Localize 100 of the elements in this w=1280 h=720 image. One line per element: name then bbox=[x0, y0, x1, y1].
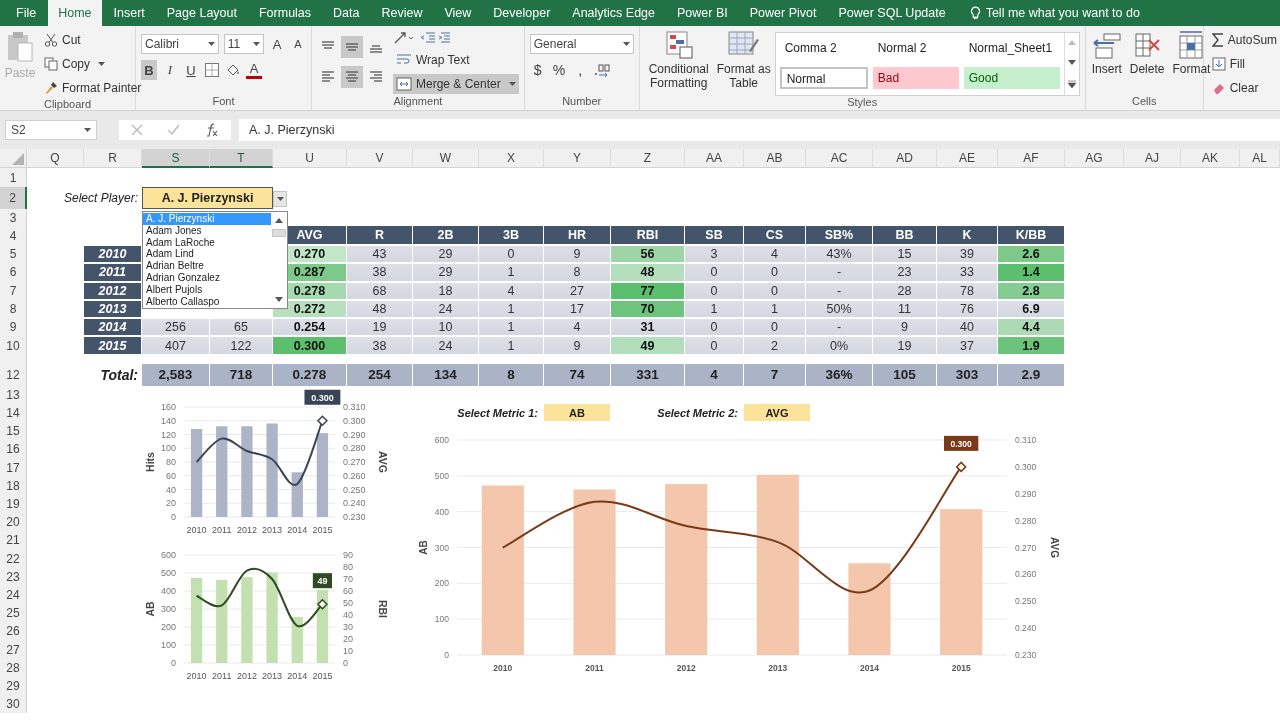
number-format-field[interactable]: General bbox=[529, 34, 634, 54]
column-header[interactable]: AG bbox=[1065, 149, 1124, 168]
formula-field[interactable]: A. J. Pierzynski bbox=[239, 119, 1280, 141]
row-header[interactable]: 20 bbox=[0, 513, 27, 532]
format-as-table-button[interactable]: Format as Table bbox=[718, 30, 769, 96]
number-format-button[interactable]: % bbox=[550, 60, 568, 80]
axis-tick-label: 2012 bbox=[676, 663, 696, 674]
column-header[interactable]: AL bbox=[1240, 149, 1280, 168]
metric-dropdown-cell[interactable]: AVG bbox=[744, 403, 810, 422]
ribbon-tab[interactable]: Power SQL Update bbox=[828, 0, 956, 26]
italic-button[interactable]: I bbox=[162, 60, 178, 80]
grow-font-button[interactable]: A bbox=[269, 34, 285, 54]
tell-me-field[interactable]: Tell me what you want to do bbox=[985, 6, 1140, 20]
table-cell: 29 bbox=[413, 264, 478, 281]
row-header[interactable]: 3 bbox=[0, 209, 27, 226]
cell-style-option[interactable]: Good bbox=[963, 67, 1060, 89]
column-header[interactable]: U bbox=[273, 149, 347, 168]
ribbon-tab[interactable]: File bbox=[6, 0, 47, 26]
dropdown-option[interactable]: Adrian Beltre bbox=[143, 260, 271, 272]
number-format-button[interactable]: $ bbox=[529, 60, 546, 80]
table-cell: 28 bbox=[873, 282, 936, 299]
axis-title: Hits bbox=[144, 451, 156, 472]
cell-style-option[interactable]: Comma 2 bbox=[779, 37, 868, 59]
column-header[interactable]: V bbox=[347, 149, 413, 168]
delete-button[interactable]: Delete bbox=[1128, 30, 1166, 95]
axis-tick-label: 120 bbox=[160, 429, 176, 440]
dropdown-option[interactable]: Albert Pujols bbox=[143, 283, 271, 296]
dropdown-option[interactable]: Alberto Callaspo bbox=[143, 295, 271, 308]
row-header[interactable]: 22 bbox=[0, 549, 27, 568]
dropdown-option[interactable]: Adam LaRoche bbox=[143, 236, 271, 249]
ribbon-tab[interactable]: View bbox=[434, 0, 482, 26]
font-name-field[interactable]: Calibri bbox=[141, 34, 219, 54]
number-format-button[interactable]: , bbox=[572, 60, 589, 80]
ribbon-tab[interactable]: Insert bbox=[103, 0, 155, 26]
insert-button[interactable]: Insert bbox=[1090, 30, 1123, 95]
dropdown-option[interactable]: Adrian Gonzalez bbox=[143, 272, 271, 284]
font-size-field[interactable]: 11 bbox=[223, 34, 264, 54]
row-header[interactable]: 15 bbox=[0, 422, 27, 441]
ribbon-tab[interactable]: Developer bbox=[483, 0, 561, 26]
column-header[interactable]: R bbox=[84, 149, 142, 168]
axis-title: AB bbox=[418, 540, 429, 555]
row-header[interactable]: 9 bbox=[0, 318, 27, 337]
table-cell: 19 bbox=[347, 319, 412, 336]
year-label: 2013 bbox=[84, 300, 141, 318]
row-header[interactable]: 21 bbox=[0, 531, 27, 550]
column-header[interactable]: T bbox=[210, 149, 273, 168]
row-header[interactable]: 25 bbox=[0, 604, 27, 623]
row-header[interactable]: 2 bbox=[0, 187, 27, 209]
shrink-font-button[interactable]: A bbox=[290, 34, 306, 54]
conditional-formatting-button[interactable]: Conditional Formatting bbox=[644, 30, 713, 96]
row-header[interactable]: 27 bbox=[0, 640, 27, 659]
row-header[interactable]: 12 bbox=[0, 363, 27, 386]
merge-center-button[interactable]: Merge & Center bbox=[393, 74, 519, 94]
ribbon-tab[interactable]: Power BI bbox=[667, 0, 738, 26]
font-color-button[interactable]: A bbox=[246, 61, 262, 79]
dropdown-option[interactable]: Adam Jones bbox=[143, 224, 271, 237]
cell-style-option[interactable]: Normal bbox=[779, 67, 868, 89]
cell-style-option[interactable]: Normal 2 bbox=[872, 37, 959, 59]
ribbon-tab[interactable]: Page Layout bbox=[156, 0, 247, 26]
column-header[interactable]: Y bbox=[544, 149, 611, 168]
ribbon-tab[interactable]: Review bbox=[371, 0, 433, 26]
column-header[interactable]: AF bbox=[998, 149, 1065, 168]
axis-tick-label: 0 bbox=[343, 658, 348, 669]
bold-button[interactable]: B bbox=[141, 60, 157, 80]
name-box[interactable]: S2 bbox=[5, 120, 97, 140]
column-header[interactable]: AC bbox=[806, 149, 873, 168]
ribbon-tab[interactable]: Formulas bbox=[248, 0, 322, 26]
column-header[interactable]: AK bbox=[1181, 149, 1240, 168]
table-cell: 8 bbox=[544, 264, 610, 281]
row-header[interactable]: 10 bbox=[0, 336, 27, 355]
column-header[interactable]: AD bbox=[873, 149, 937, 168]
row-header[interactable]: 5 bbox=[0, 245, 27, 264]
row-header[interactable]: 6 bbox=[0, 263, 27, 282]
ribbon-tab[interactable]: Analytics Edge bbox=[562, 0, 665, 26]
underline-button[interactable]: U bbox=[183, 60, 199, 80]
wrap-text-button[interactable]: Wrap Text bbox=[393, 50, 519, 70]
cell-style-option[interactable]: Normal_Sheet1 bbox=[963, 37, 1060, 59]
column-header[interactable]: AA bbox=[685, 149, 744, 168]
column-header[interactable]: AJ bbox=[1124, 149, 1181, 168]
cell-style-option[interactable]: Bad bbox=[872, 67, 959, 89]
row-header[interactable]: 16 bbox=[0, 440, 27, 459]
ribbon-tab[interactable]: Data bbox=[323, 0, 370, 26]
table-cell: 0 bbox=[685, 337, 743, 354]
row-header[interactable]: 1 bbox=[0, 168, 27, 187]
column-header[interactable]: AE bbox=[937, 149, 998, 168]
column-header[interactable]: AB bbox=[744, 149, 806, 168]
player-dropdown-cell[interactable]: A. J. Pierzynski bbox=[142, 187, 273, 209]
ribbon-tab[interactable]: Power Pivot bbox=[739, 0, 827, 26]
format-painter-button[interactable]: Format Painter bbox=[41, 78, 145, 98]
paste-label: Paste bbox=[4, 66, 36, 80]
column-header[interactable]: X bbox=[479, 149, 544, 168]
ribbon-tab[interactable]: Home bbox=[48, 0, 102, 26]
dropdown-option[interactable]: Adam Lind bbox=[143, 248, 271, 261]
row-header[interactable]: 26 bbox=[0, 622, 27, 641]
row-header[interactable]: 4 bbox=[0, 226, 27, 245]
column-header[interactable]: Q bbox=[27, 149, 84, 168]
column-header[interactable]: Z bbox=[611, 149, 685, 168]
metric-dropdown-cell[interactable]: AB bbox=[544, 403, 610, 422]
column-header[interactable]: S bbox=[142, 149, 210, 168]
column-header[interactable]: W bbox=[413, 149, 479, 168]
